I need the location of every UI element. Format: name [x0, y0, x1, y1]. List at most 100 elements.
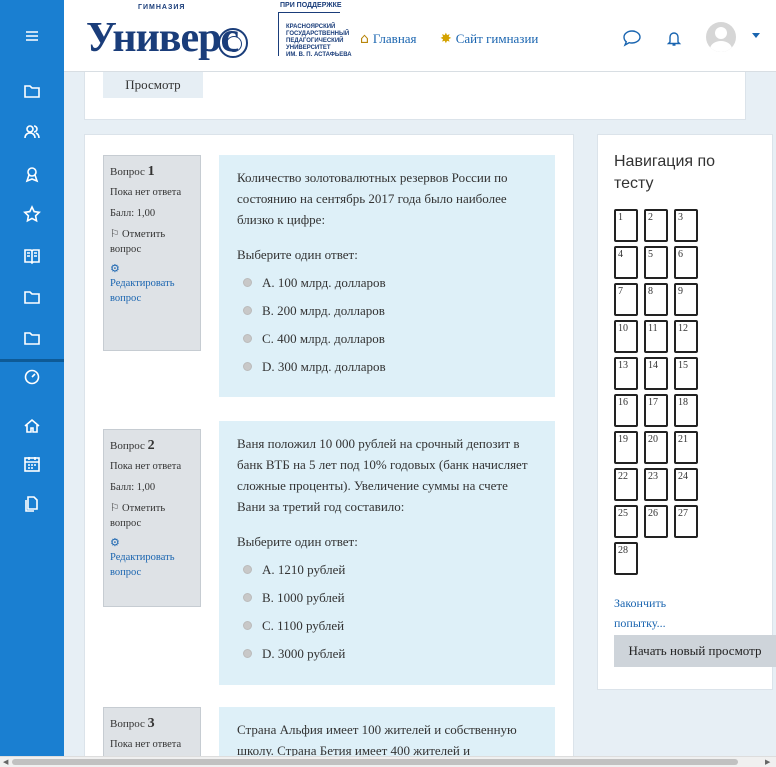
quiz-nav-button[interactable]: 8: [644, 283, 668, 316]
answer-option[interactable]: A. 1210 рублей: [237, 559, 537, 580]
answer-option[interactable]: B. 1000 рублей: [237, 587, 537, 608]
radio-button[interactable]: [243, 565, 252, 574]
quiz-nav-button[interactable]: 6: [674, 246, 698, 279]
quiz-nav-button[interactable]: 23: [644, 468, 668, 501]
quiz-nav-button[interactable]: 26: [644, 505, 668, 538]
radio-button[interactable]: [243, 649, 252, 658]
scroll-right-icon[interactable]: ▶: [765, 758, 770, 766]
answer-option[interactable]: B. 200 млрд. долларов: [237, 300, 537, 321]
messages-button[interactable]: [622, 28, 642, 48]
competencies-button[interactable]: [0, 196, 64, 232]
home-button[interactable]: [0, 408, 64, 444]
scroll-left-icon[interactable]: ◀: [3, 758, 8, 766]
quiz-nav-button[interactable]: 1: [614, 209, 638, 242]
quiz-nav-button[interactable]: 15: [674, 357, 698, 390]
quiz-nav-button[interactable]: 4: [614, 246, 638, 279]
dashboard-button[interactable]: [0, 358, 64, 394]
support-label: ПРИ ПОДДЕРЖКЕ: [280, 2, 342, 9]
grades-button[interactable]: [0, 238, 64, 274]
flag-question-link[interactable]: ⚐ Отметить вопрос: [110, 501, 194, 531]
home-link-label: Главная: [372, 31, 417, 46]
quiz-nav-button[interactable]: 13: [614, 357, 638, 390]
radio-button[interactable]: [243, 621, 252, 630]
private-files-button[interactable]: [0, 486, 64, 522]
folder-button[interactable]: [0, 73, 64, 109]
university-seal-icon: [218, 28, 248, 58]
question-info-2: Вопрос 2 Пока нет ответа Балл: 1,00 ⚐ От…: [103, 429, 201, 607]
question-mark: Балл: 1,00: [110, 208, 156, 219]
start-new-preview-button[interactable]: Начать новый просмотр: [614, 635, 776, 667]
question-text: Ваня положил 10 000 рублей на срочный де…: [237, 436, 528, 514]
quiz-nav-button[interactable]: 16: [614, 394, 638, 427]
calendar-button[interactable]: [0, 446, 64, 482]
flag-question-link[interactable]: ⚐ Отметить вопрос: [110, 227, 194, 257]
radio-button[interactable]: [243, 334, 252, 343]
question-info-1: Вопрос 1 Пока нет ответа Балл: 1,00 ⚐ От…: [103, 155, 201, 351]
quiz-nav-button[interactable]: 9: [674, 283, 698, 316]
question-state: Пока нет ответа: [110, 187, 182, 198]
quiz-nav-button[interactable]: 20: [644, 431, 668, 464]
participants-button[interactable]: [0, 114, 64, 150]
folder-icon: [24, 332, 40, 345]
finish-attempt-link[interactable]: Закончить попытку...: [614, 593, 714, 633]
user-avatar[interactable]: [706, 22, 736, 52]
home-link[interactable]: ⌂ Главная: [360, 31, 417, 47]
preview-button[interactable]: Просмотр: [103, 72, 203, 98]
horizontal-scrollbar[interactable]: ◀ ▶: [0, 756, 776, 767]
quiz-nav-button[interactable]: 2: [644, 209, 668, 242]
quiz-nav-button[interactable]: 11: [644, 320, 668, 353]
quiz-navigation-title: Навигация по тесту: [614, 153, 716, 192]
quiz-nav-button[interactable]: 28: [614, 542, 638, 575]
folder-button-2[interactable]: [0, 279, 64, 315]
radio-button[interactable]: [243, 593, 252, 602]
radio-button[interactable]: [243, 278, 252, 287]
edit-question-link[interactable]: Редактировать вопрос: [110, 276, 194, 306]
quiz-nav-button[interactable]: 22: [614, 468, 638, 501]
site-logo[interactable]: Универс: [86, 14, 239, 62]
question-state: Пока нет ответа: [110, 461, 182, 472]
question-content-2: Ваня положил 10 000 рублей на срочный де…: [219, 421, 555, 685]
badges-button[interactable]: [0, 156, 64, 192]
quiz-nav-button[interactable]: 10: [614, 320, 638, 353]
question-number: Вопрос 3: [110, 716, 155, 731]
radio-button[interactable]: [243, 362, 252, 371]
question-text: Количество золотовалютных резервов Росси…: [237, 170, 508, 227]
quiz-nav-button[interactable]: 21: [674, 431, 698, 464]
quiz-nav-button[interactable]: 17: [644, 394, 668, 427]
question-number: Вопрос 2: [110, 438, 155, 453]
question-mark: Балл: 1,00: [110, 482, 156, 493]
notifications-button[interactable]: [664, 28, 684, 48]
quiz-nav-button[interactable]: 5: [644, 246, 668, 279]
school-site-link[interactable]: ✸ Сайт гимназии: [440, 31, 538, 47]
answer-option[interactable]: C. 1100 рублей: [237, 615, 537, 636]
question-text: Страна Альфия имеет 100 жителей и собств…: [237, 722, 517, 758]
flag-icon: ⚐: [110, 503, 123, 514]
quiz-nav-button[interactable]: 25: [614, 505, 638, 538]
chat-bubble-icon: [623, 30, 641, 47]
university-name: КРАСНОЯРСКИЙ ГОСУДАРСТВЕННЫЙ ПЕДАГОГИЧЕС…: [286, 24, 352, 58]
user-menu-caret-icon[interactable]: [752, 33, 760, 38]
scrollbar-thumb[interactable]: [12, 759, 738, 765]
quiz-nav-button[interactable]: 3: [674, 209, 698, 242]
quiz-nav-button[interactable]: 24: [674, 468, 698, 501]
radio-button[interactable]: [243, 306, 252, 315]
quiz-nav-button[interactable]: 27: [674, 505, 698, 538]
quiz-nav-button[interactable]: 14: [644, 357, 668, 390]
quiz-nav-button[interactable]: 7: [614, 283, 638, 316]
answer-option[interactable]: D. 3000 рублей: [237, 643, 537, 664]
answer-option[interactable]: D. 300 млрд. долларов: [237, 356, 537, 377]
quiz-nav-button[interactable]: 19: [614, 431, 638, 464]
support-divider: [278, 12, 279, 56]
quiz-nav-button[interactable]: 18: [674, 394, 698, 427]
menu-toggle-button[interactable]: [0, 18, 64, 54]
edit-question-link[interactable]: Редактировать вопрос: [110, 550, 194, 580]
answer-option[interactable]: A. 100 млрд. долларов: [237, 272, 537, 293]
quiz-nav-button[interactable]: 12: [674, 320, 698, 353]
files-icon: [25, 496, 38, 512]
folder-button-3[interactable]: [0, 320, 64, 356]
badge-icon: [25, 167, 39, 183]
school-site-link-label: Сайт гимназии: [455, 31, 539, 46]
answer-option[interactable]: C. 400 млрд. долларов: [237, 328, 537, 349]
gear-icon: ⚙: [110, 536, 120, 549]
question-number: Вопрос 1: [110, 164, 155, 179]
